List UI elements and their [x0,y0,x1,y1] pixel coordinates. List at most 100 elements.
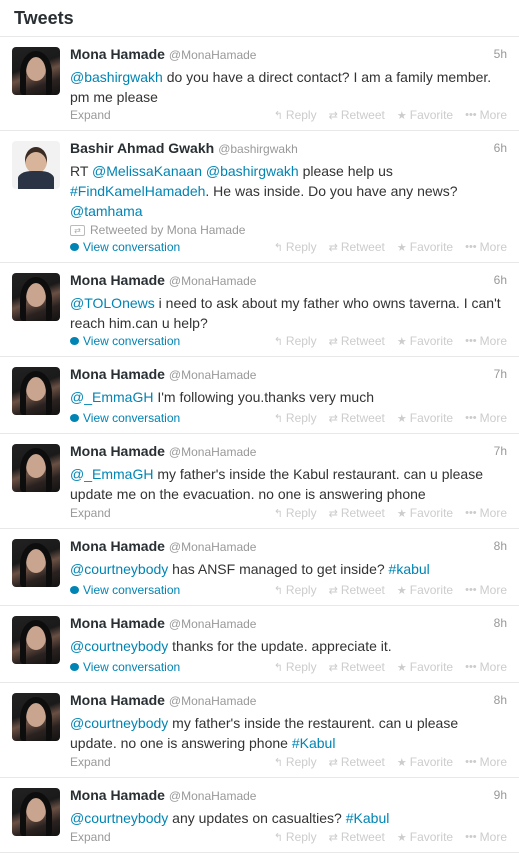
tweet-item[interactable]: Mona Hamade @MonaHamade 5h @bashirgwakh do … [0,37,519,131]
author-name[interactable]: Bashir Ahmad Gwakh [70,140,214,156]
tweet-link[interactable]: #FindKamelHamadeh [70,183,205,199]
expand-link[interactable]: Expand [70,108,111,122]
avatar[interactable] [12,141,60,189]
view-conversation-link[interactable]: View conversation [70,583,180,597]
favorite-button[interactable]: ★ Favorite [397,660,453,674]
tweet-item[interactable]: Mona Hamade @MonaHamade 6h @TOLOnews i need… [0,263,519,357]
tweet-link[interactable]: @_EmmaGH [70,466,153,482]
tweet-link[interactable]: @bashirgwakh [206,163,299,179]
favorite-button[interactable]: ★ Favorite [397,334,453,348]
view-conversation-link[interactable]: View conversation [70,240,180,254]
more-button[interactable]: ••• More [465,334,507,348]
author-name[interactable]: Mona Hamade [70,692,165,708]
author-name[interactable]: Mona Hamade [70,272,165,288]
author-handle[interactable]: @MonaHamade [169,617,257,631]
reply-button[interactable]: ↰ Reply [274,334,317,348]
retweet-button[interactable]: ⇄ Retweet [329,334,385,348]
tweet-link[interactable]: @courtneybody [70,810,168,826]
more-button[interactable]: ••• More [465,506,507,520]
favorite-button[interactable]: ★ Favorite [397,411,453,425]
reply-button[interactable]: ↰ Reply [274,506,317,520]
favorite-button[interactable]: ★ Favorite [397,240,453,254]
view-conversation-link[interactable]: View conversation [70,334,180,348]
retweet-button[interactable]: ⇄ Retweet [329,755,385,769]
tweet-link[interactable]: @MelissaKanaan [92,163,202,179]
favorite-button[interactable]: ★ Favorite [397,830,453,844]
tweet-timestamp[interactable]: 8h [494,693,507,707]
tweet-link[interactable]: @courtneybody [70,561,168,577]
more-button[interactable]: ••• More [465,411,507,425]
reply-button[interactable]: ↰ Reply [274,583,317,597]
more-button[interactable]: ••• More [465,660,507,674]
tweet-link[interactable]: @TOLOnews [70,295,155,311]
retweet-button[interactable]: ⇄ Retweet [329,411,385,425]
more-button[interactable]: ••• More [465,755,507,769]
tweet-link[interactable]: #Kabul [292,735,336,751]
retweet-button[interactable]: ⇄ Retweet [329,240,385,254]
expand-link[interactable]: Expand [70,755,111,769]
favorite-button[interactable]: ★ Favorite [397,755,453,769]
avatar[interactable] [12,539,60,587]
tweet-timestamp[interactable]: 8h [494,616,507,630]
reply-button[interactable]: ↰ Reply [274,411,317,425]
tweet-item[interactable]: Mona Hamade @MonaHamade 7h @_EmmaGH I'm fol… [0,357,519,434]
author-handle[interactable]: @MonaHamade [169,445,257,459]
author-handle[interactable]: @MonaHamade [169,540,257,554]
favorite-button[interactable]: ★ Favorite [397,583,453,597]
author-handle[interactable]: @MonaHamade [169,789,257,803]
author-handle[interactable]: @MonaHamade [169,694,257,708]
tweet-link[interactable]: #Kabul [346,810,390,826]
tweet-timestamp[interactable]: 5h [494,47,507,61]
tweet-item[interactable]: Mona Hamade @MonaHamade 8h @courtneybody my… [0,683,519,778]
tweet-item[interactable]: Mona Hamade @MonaHamade 8h @courtneybody th… [0,606,519,683]
tweet-timestamp[interactable]: 7h [494,444,507,458]
favorite-button[interactable]: ★ Favorite [397,506,453,520]
tweet-link[interactable]: @tamhama [70,203,143,219]
reply-button[interactable]: ↰ Reply [274,830,317,844]
retweet-button[interactable]: ⇄ Retweet [329,108,385,122]
author-handle[interactable]: @bashirgwakh [218,142,298,156]
tweet-link[interactable]: @courtneybody [70,638,168,654]
reply-button[interactable]: ↰ Reply [274,108,317,122]
expand-link[interactable]: Expand [70,830,111,844]
view-conversation-link[interactable]: View conversation [70,660,180,674]
avatar[interactable] [12,47,60,95]
retweet-button[interactable]: ⇄ Retweet [329,660,385,674]
author-handle[interactable]: @MonaHamade [169,48,257,62]
avatar[interactable] [12,367,60,415]
author-handle[interactable]: @MonaHamade [169,274,257,288]
tweet-link[interactable]: @_EmmaGH [70,389,153,405]
author-handle[interactable]: @MonaHamade [169,368,257,382]
retweet-button[interactable]: ⇄ Retweet [329,506,385,520]
retweet-button[interactable]: ⇄ Retweet [329,830,385,844]
more-button[interactable]: ••• More [465,108,507,122]
reply-button[interactable]: ↰ Reply [274,240,317,254]
avatar[interactable] [12,444,60,492]
more-button[interactable]: ••• More [465,583,507,597]
tweet-timestamp[interactable]: 8h [494,539,507,553]
tweet-timestamp[interactable]: 9h [494,788,507,802]
tweet-link[interactable]: #kabul [389,561,430,577]
author-name[interactable]: Mona Hamade [70,615,165,631]
tweet-item[interactable]: Bashir Ahmad Gwakh @bashirgwakh 6h RT @Meli… [0,131,519,263]
expand-link[interactable]: Expand [70,506,111,520]
tweet-link[interactable]: @courtneybody [70,715,168,731]
reply-button[interactable]: ↰ Reply [274,660,317,674]
tweet-timestamp[interactable]: 6h [494,141,507,155]
author-name[interactable]: Mona Hamade [70,538,165,554]
view-conversation-link[interactable]: View conversation [70,411,180,425]
author-name[interactable]: Mona Hamade [70,46,165,62]
retweet-button[interactable]: ⇄ Retweet [329,583,385,597]
tweet-item[interactable]: Mona Hamade @MonaHamade 9h @courtneybody an… [0,778,519,853]
author-name[interactable]: Mona Hamade [70,443,165,459]
author-name[interactable]: Mona Hamade [70,787,165,803]
favorite-button[interactable]: ★ Favorite [397,108,453,122]
avatar[interactable] [12,693,60,741]
more-button[interactable]: ••• More [465,240,507,254]
author-name[interactable]: Mona Hamade [70,366,165,382]
reply-button[interactable]: ↰ Reply [274,755,317,769]
tweet-timestamp[interactable]: 7h [494,367,507,381]
tweet-item[interactable]: Mona Hamade @MonaHamade 8h @courtneybody ha… [0,529,519,606]
tweet-link[interactable]: @bashirgwakh [70,69,163,85]
more-button[interactable]: ••• More [465,830,507,844]
